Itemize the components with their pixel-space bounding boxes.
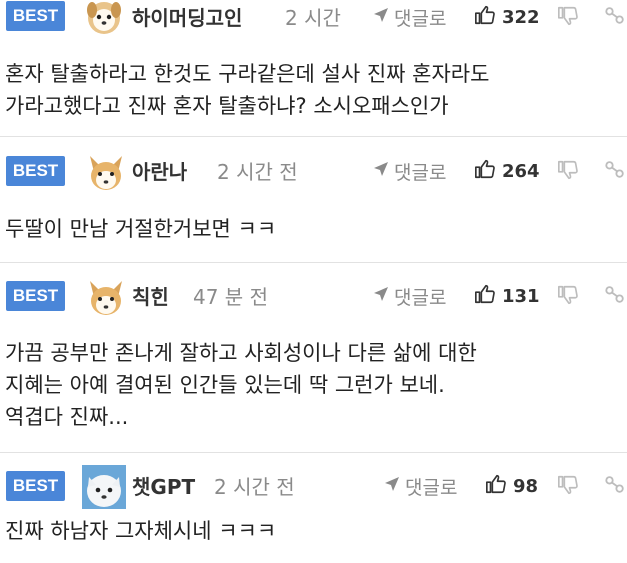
reply-button[interactable]: 댓글로 [372, 4, 446, 31]
thumbs-up-icon [474, 283, 496, 310]
comment-body: 가끔 공부만 존나게 잘하고 사회성이나 다른 삶에 대한 지혜는 아예 결여된… [5, 341, 477, 429]
reply-button[interactable]: 댓글로 [383, 473, 457, 500]
white-dog-photo-avatar-icon[interactable] [82, 465, 126, 509]
like-count: 98 [513, 476, 539, 497]
thumbs-down-icon[interactable] [557, 5, 579, 31]
nickname[interactable]: 칙힌 [132, 281, 169, 310]
like-button[interactable]: 98 [485, 473, 538, 500]
thumbs-down-icon[interactable] [557, 474, 579, 500]
best-badge: BEST [6, 1, 65, 31]
reply-label: 댓글로 [394, 162, 447, 184]
comment-header: BEST 아란나 2 시간 전 댓글로 264 [0, 156, 627, 190]
thumbs-up-icon [474, 158, 496, 185]
timestamp: 2 시간 전 [217, 160, 298, 184]
puppy-avatar-icon[interactable] [86, 277, 126, 317]
thumbs-up-icon [474, 4, 496, 31]
timestamp: 47 분 전 [193, 285, 268, 309]
comment-body: 혼자 탈출하라고 한것도 구라같은데 설사 진짜 혼자라도 가라고했다고 진짜 … [5, 62, 490, 118]
like-button[interactable]: 322 [474, 4, 540, 31]
best-badge: BEST [6, 471, 65, 501]
like-button[interactable]: 264 [474, 158, 540, 185]
send-arrow-icon [372, 285, 390, 308]
nickname[interactable]: 하이머딩고인 [132, 2, 242, 31]
like-count: 264 [502, 161, 540, 182]
like-count: 322 [502, 7, 540, 28]
thumbs-up-icon [485, 473, 507, 500]
comment-header: BEST 하이머딩고인 2 시간 댓글로 322 [0, 0, 627, 34]
timestamp: 2 시간 전 [214, 475, 295, 499]
like-button[interactable]: 131 [474, 283, 540, 310]
puppy-avatar-icon[interactable] [86, 152, 126, 192]
reply-label: 댓글로 [405, 477, 458, 499]
share-icon[interactable] [604, 4, 626, 30]
comment-body: 진짜 하남자 그자체시네 ㅋㅋㅋ [5, 519, 277, 543]
thumbs-down-icon[interactable] [557, 159, 579, 185]
like-count: 131 [502, 286, 540, 307]
comment-item: BEST 챗GPT 2 시간 전 댓글로 98 진짜 하남자 그자체시네 ㅋㅋㅋ [0, 453, 627, 563]
thumbs-down-icon[interactable] [557, 284, 579, 310]
comment-item: BEST 칙힌 47 분 전 댓글로 131 가끔 공부만 존나게 잘하고 사회… [0, 263, 627, 453]
nickname[interactable]: 아란나 [132, 156, 187, 185]
reply-button[interactable]: 댓글로 [372, 158, 446, 185]
comment-header: BEST 칙힌 47 분 전 댓글로 131 [0, 281, 627, 315]
reply-label: 댓글로 [394, 287, 447, 309]
comment-item: BEST 아란나 2 시간 전 댓글로 264 두딸이 만남 거절한거보면 ㅋㅋ [0, 137, 627, 263]
comment-header: BEST 챗GPT 2 시간 전 댓글로 98 [0, 465, 627, 509]
send-arrow-icon [383, 475, 401, 498]
best-badge: BEST [6, 281, 65, 311]
timestamp: 2 시간 [285, 6, 341, 30]
share-icon[interactable] [604, 283, 626, 309]
comment-body: 두딸이 만남 거절한거보면 ㅋㅋ [5, 217, 277, 241]
send-arrow-icon [372, 160, 390, 183]
share-icon[interactable] [604, 473, 626, 499]
share-icon[interactable] [604, 158, 626, 184]
reply-label: 댓글로 [394, 8, 447, 30]
puppy-avatar-icon[interactable] [84, 0, 124, 36]
nickname[interactable]: 챗GPT [132, 471, 195, 500]
reply-button[interactable]: 댓글로 [372, 283, 446, 310]
comment-item: BEST 하이머딩고인 2 시간 댓글로 322 혼자 탈출하라고 한것도 구라… [0, 0, 627, 137]
best-badge: BEST [6, 156, 65, 186]
send-arrow-icon [372, 6, 390, 29]
